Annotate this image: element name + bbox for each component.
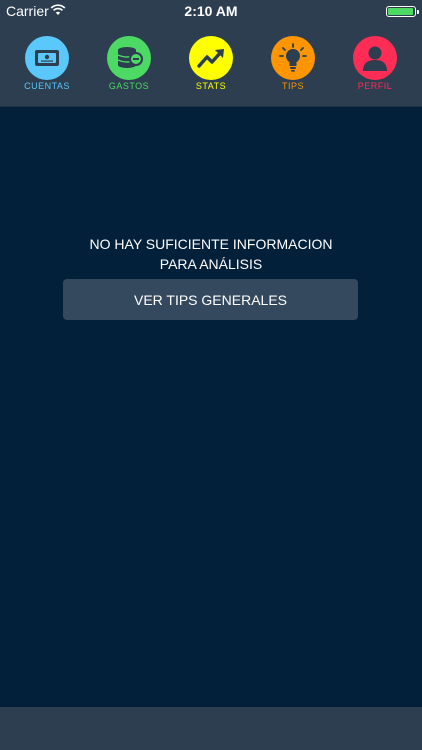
empty-state-message: NO HAY SUFICIENTE INFORMACION PARA ANÁLI…	[0, 234, 422, 274]
tab-gastos[interactable]: GASTOS	[94, 36, 164, 98]
tab-stats-label: STATS	[195, 81, 227, 91]
top-tab-bar: CUENTAS GASTOS STATS TIPS PERFIL	[0, 22, 422, 107]
tab-gastos-label: GASTOS	[108, 81, 150, 91]
tab-tips[interactable]: TIPS	[258, 36, 328, 98]
trending-up-icon	[189, 36, 233, 80]
lightbulb-icon	[271, 36, 315, 80]
tab-tips-label: TIPS	[281, 81, 304, 91]
tab-cuentas-label: CUENTAS	[24, 81, 70, 91]
tab-perfil[interactable]: PERFIL	[340, 36, 410, 98]
empty-state-line2: PARA ANÁLISIS	[159, 256, 263, 272]
tab-cuentas[interactable]: CUENTAS	[12, 36, 82, 98]
status-bar: Carrier 2:10 AM	[0, 0, 422, 22]
empty-state-line1: NO HAY SUFICIENTE INFORMACION	[89, 236, 333, 252]
user-icon	[353, 36, 397, 80]
main-content: NO HAY SUFICIENTE INFORMACION PARA ANÁLI…	[0, 107, 422, 707]
clock: 2:10 AM	[184, 3, 238, 19]
ver-tips-generales-button[interactable]: VER TIPS GENERALES	[63, 279, 358, 320]
tab-perfil-label: PERFIL	[357, 81, 393, 91]
bottom-bar	[0, 707, 422, 750]
coins-icon	[107, 36, 151, 80]
wallet-icon	[25, 36, 69, 80]
battery-icon	[386, 6, 419, 17]
tab-stats[interactable]: STATS	[176, 36, 246, 98]
